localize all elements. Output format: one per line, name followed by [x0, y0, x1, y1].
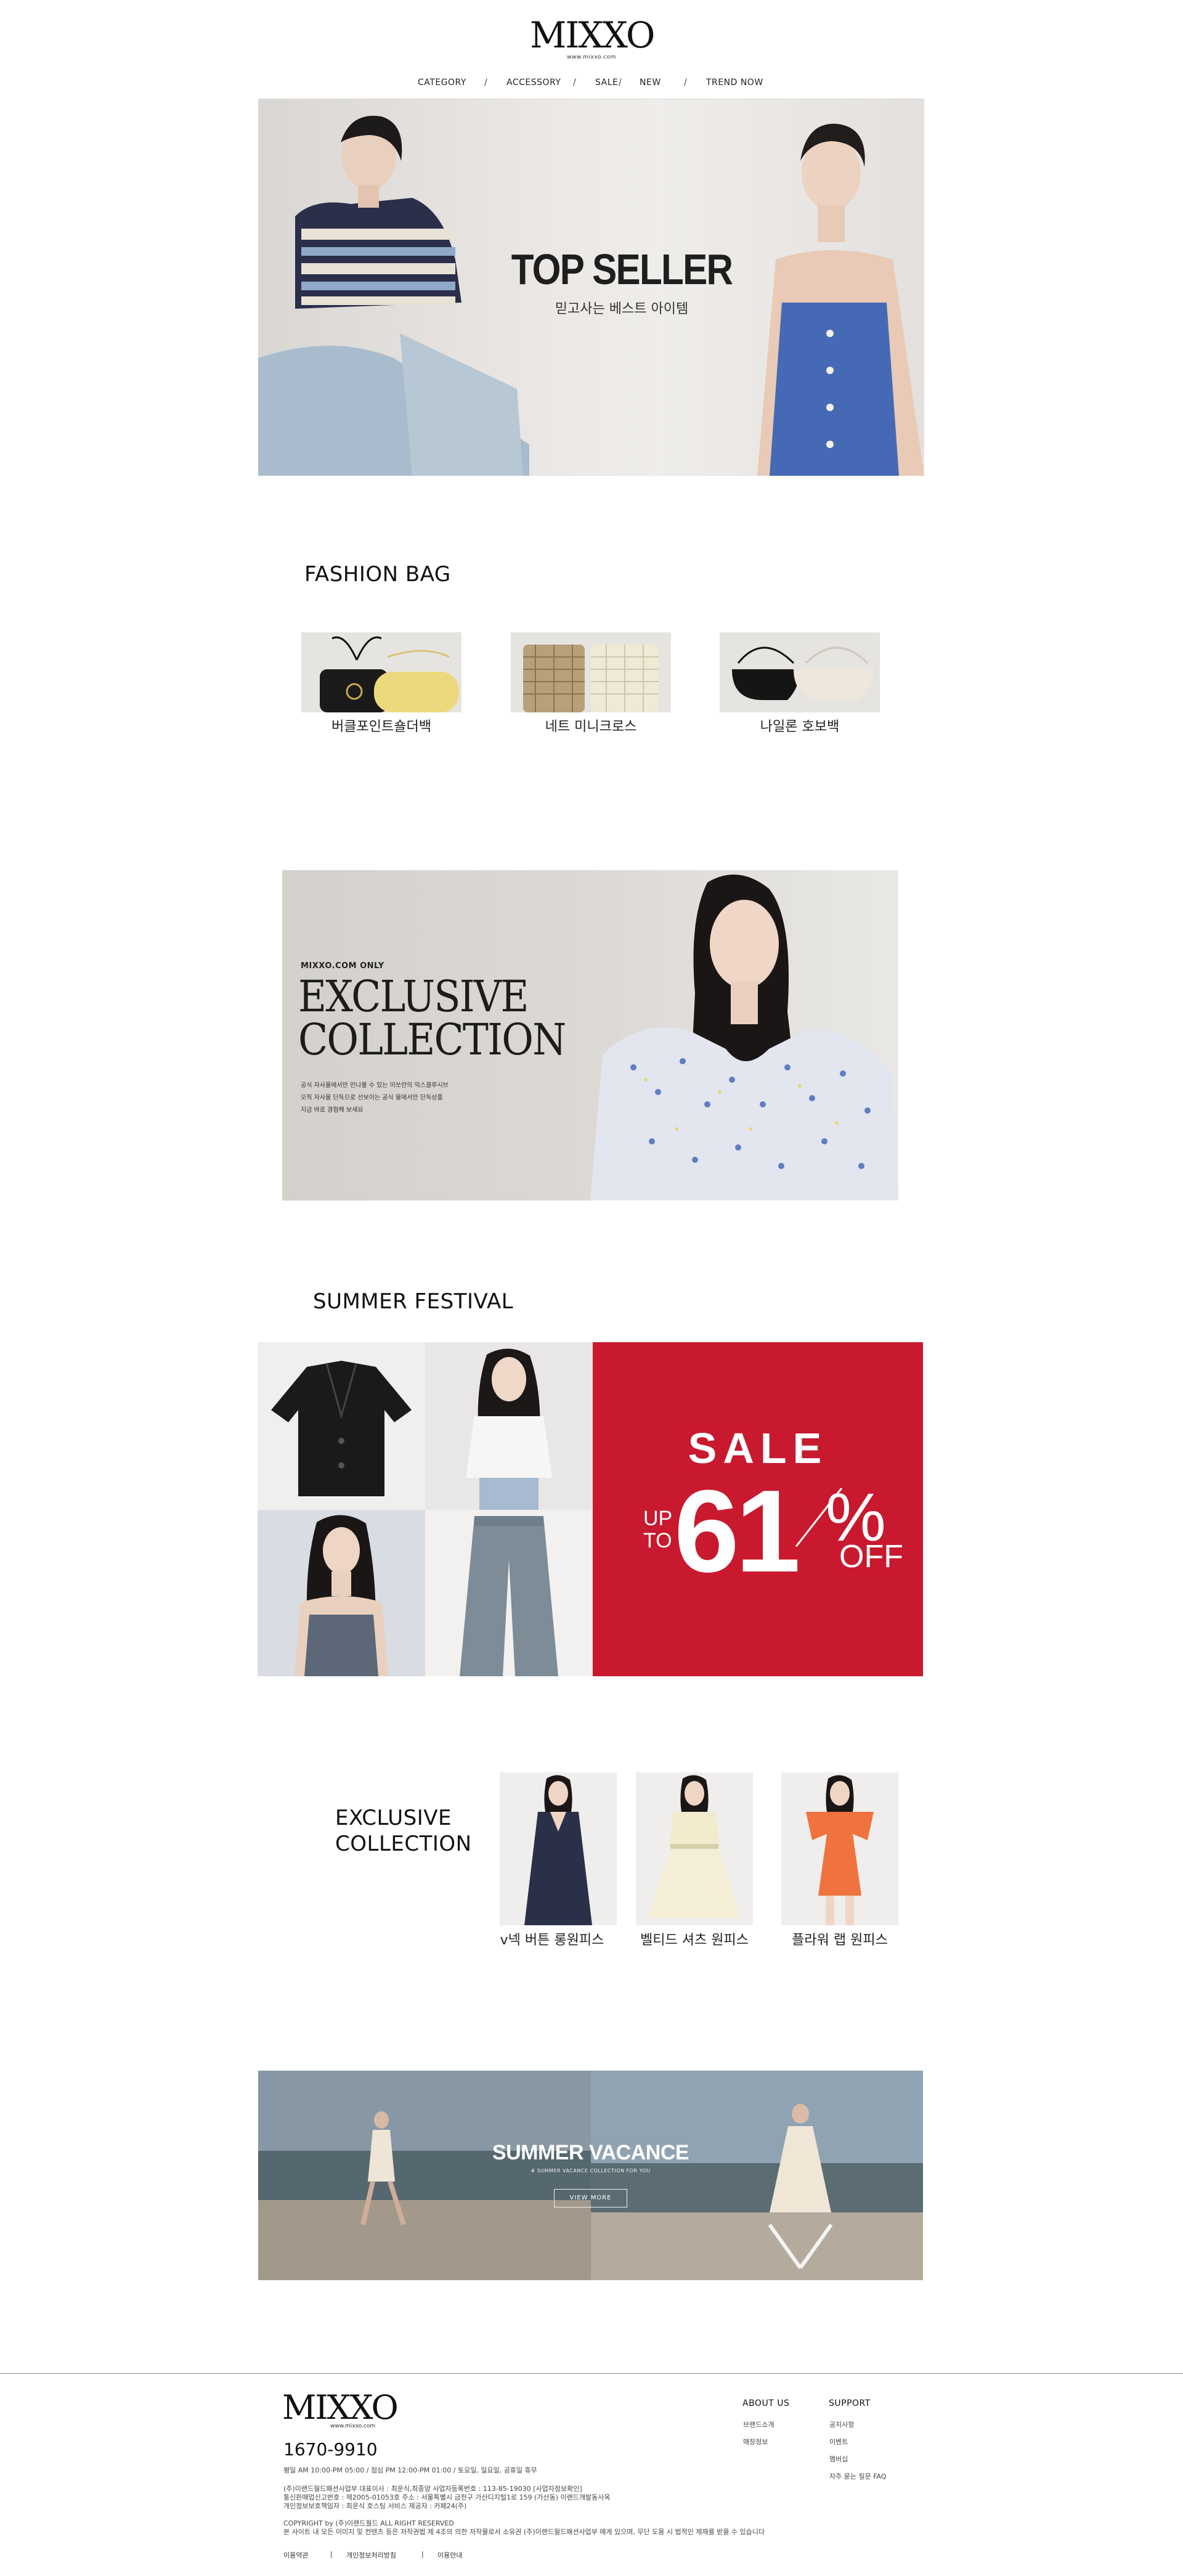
- brand-logo[interactable]: MIXXO www.mixxo.com: [530, 14, 655, 60]
- sale-up-label: UP: [643, 1507, 673, 1530]
- exclusive-description: 오직 자사몰 단독으로 선보이는 공식 몰에서만 단독상품: [301, 1094, 443, 1101]
- sale-percentage-number: 61: [674, 1466, 800, 1597]
- nylon-hobo-bag-image: [732, 646, 874, 701]
- exclusive-collection-banner[interactable]: MIXXO.COM ONLY EXCLUSIVE COLLECTION 공식 자…: [282, 870, 898, 1200]
- flower-wrap-dress-image: [806, 1775, 874, 1925]
- beach-models-image: [258, 2071, 923, 2280]
- nav-separator: /: [619, 78, 622, 88]
- exclusive-headline-line2: COLLECTION: [298, 1014, 566, 1065]
- belted-shirt-dress-image: [648, 1775, 741, 1918]
- terms-link[interactable]: 이용약관: [283, 2550, 308, 2560]
- top-seller-banner[interactable]: TOP SELLER 믿고사는 베스트 아이템: [258, 99, 924, 476]
- logo-wordmark: MIXXO: [530, 14, 655, 56]
- footer-link-notice[interactable]: 공지사항: [829, 2419, 854, 2429]
- footer-link-event[interactable]: 이벤트: [829, 2437, 848, 2447]
- exclusive-collection-title-line2: COLLECTION: [335, 1832, 472, 1856]
- bag-product-image[interactable]: [301, 632, 461, 712]
- fashion-bag-title: FASHION BAG: [304, 562, 451, 587]
- nav-new[interactable]: NEW: [640, 78, 661, 88]
- company-info: 개인정보보호책임자 : 최운식 호스팅 서비스 제공자 : 카페24(주): [283, 2502, 467, 2510]
- dress-product-image[interactable]: [636, 1772, 753, 1925]
- main-navigation: CATEGORY / ACCESSORY / SALE / NEW / TREN…: [0, 78, 1183, 95]
- vneck-long-dress-image: [524, 1775, 592, 1925]
- view-more-button[interactable]: VIEW MORE: [554, 2189, 627, 2207]
- model-striped-knit-image: [258, 115, 529, 476]
- bag-product-name[interactable]: 네트 미니크로스: [511, 715, 671, 735]
- bag-product-name[interactable]: 나일론 호보백: [720, 715, 880, 735]
- product-white-top-image[interactable]: [425, 1342, 593, 1510]
- product-jacket-image[interactable]: [258, 1342, 425, 1510]
- footer-link-stores[interactable]: 매장정보: [743, 2437, 768, 2447]
- exclusive-description: 지금 바로 경험해 보세요: [301, 1107, 364, 1114]
- nav-trend-now[interactable]: TREND NOW: [706, 78, 763, 88]
- model-floral-blouse-image: [590, 874, 898, 1200]
- nav-category[interactable]: CATEGORY: [418, 78, 466, 88]
- exclusive-headline-line1: EXCLUSIVE: [298, 971, 529, 1022]
- gray-wide-pants-image: [460, 1516, 558, 1676]
- vacance-subtitle: # SUMMER VACANCE COLLECTION FOR YOU: [531, 2168, 651, 2174]
- footer-link-membership[interactable]: 멤버십: [829, 2454, 848, 2464]
- footer-logo-url: www.mixxo.com: [330, 2423, 376, 2429]
- model-gray-slip-image: [295, 1515, 388, 1676]
- sale-up-to-61-banner[interactable]: SALE UP TO 61 % OFF: [593, 1342, 923, 1676]
- buckle-shoulder-bag-image: [320, 636, 459, 712]
- hero-subtitle: 믿고사는 베스트 아이템: [555, 301, 689, 317]
- model-white-blouse-image: [466, 1348, 552, 1510]
- dress-product-image[interactable]: [500, 1772, 617, 1925]
- nav-separator: /: [573, 78, 577, 88]
- exclusive-description: 공식 자사몰에서만 만나볼 수 있는 미쏘만의 익스클루시브: [301, 1082, 449, 1089]
- nav-separator: /: [484, 78, 488, 88]
- product-pants-image[interactable]: [425, 1510, 593, 1676]
- model-blue-dress-image: [757, 123, 924, 476]
- nav-accessory[interactable]: ACCESSORY: [506, 78, 561, 88]
- product-slip-top-image[interactable]: [258, 1510, 425, 1676]
- customer-center-phone: 1670-9910: [283, 2439, 378, 2460]
- bag-product-image[interactable]: [720, 632, 880, 712]
- exclusive-tag: MIXXO.COM ONLY: [301, 961, 384, 971]
- sale-off-label: OFF: [839, 1539, 903, 1575]
- vacance-title: SUMMER VACANCE: [492, 2141, 689, 2164]
- privacy-policy-link[interactable]: 개인정보처리방침: [346, 2550, 396, 2560]
- bag-product-image[interactable]: [511, 632, 671, 712]
- dress-product-name[interactable]: 플라워 랩 원피스: [772, 1929, 908, 1949]
- hero-title: TOP SELLER: [511, 245, 733, 293]
- sale-label: SALE: [688, 1424, 828, 1472]
- summer-festival-title: SUMMER FESTIVAL: [313, 1289, 514, 1314]
- dress-product-image[interactable]: [781, 1772, 898, 1925]
- footer-link-faq[interactable]: 자주 묻는 질문 FAQ: [829, 2471, 887, 2481]
- exclusive-collection-title-line1: EXCLUSIVE: [335, 1806, 452, 1830]
- guide-link[interactable]: 이용안내: [437, 2550, 462, 2560]
- footer-separator: |: [421, 2550, 424, 2558]
- summer-vacance-banner[interactable]: SUMMER VACANCE # SUMMER VACANCE COLLECTI…: [258, 2071, 923, 2280]
- business-hours: 평일 AM 10:00-PM 05:00 / 점심 PM 12:00-PM 01…: [283, 2466, 537, 2474]
- nav-sale[interactable]: SALE: [595, 78, 618, 88]
- copyright-notice: 본 사이트 내 모든 이미지 및 컨텐츠 등은 저작권법 제 4조의 의한 저작…: [283, 2528, 765, 2536]
- footer-link-brand[interactable]: 브랜드소개: [743, 2419, 774, 2429]
- about-us-heading: ABOUT US: [742, 2399, 790, 2408]
- black-jacket-image: [271, 1361, 412, 1496]
- sale-to-label: TO: [643, 1529, 672, 1552]
- footer-logo[interactable]: MIXXO: [282, 2391, 399, 2424]
- net-mini-cross-bag-image: [523, 645, 659, 712]
- support-heading: SUPPORT: [829, 2399, 871, 2408]
- dress-product-name[interactable]: v넥 버튼 롱원피스: [484, 1929, 620, 1949]
- dress-product-name[interactable]: 벨티드 셔츠 원피스: [627, 1929, 762, 1949]
- nav-separator: /: [684, 78, 688, 88]
- footer-bottom-links: 이용약관 | 개인정보처리방침 | 이용안내: [0, 2550, 1183, 2562]
- footer-separator: |: [330, 2550, 333, 2558]
- bag-product-name[interactable]: 버클포인트숄더백: [301, 715, 461, 735]
- footer-divider: [0, 2373, 1183, 2374]
